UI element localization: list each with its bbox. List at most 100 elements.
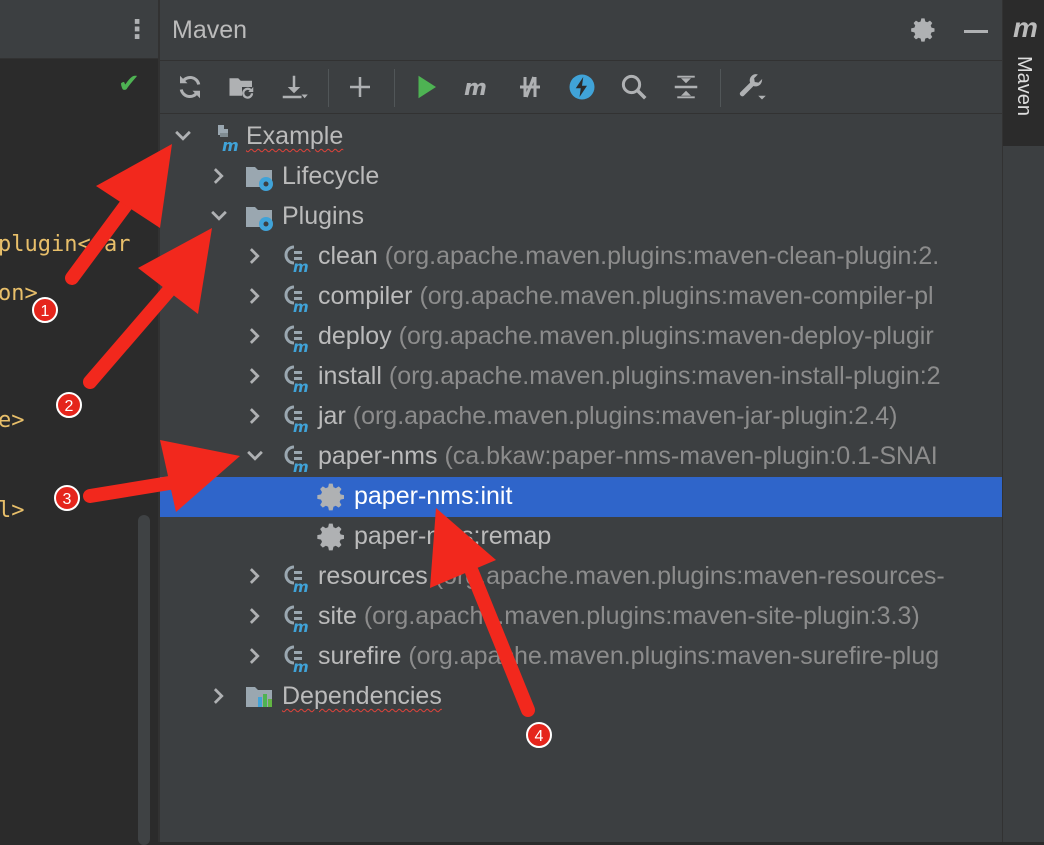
more-options-icon[interactable]: ⋮ <box>124 14 150 44</box>
maven-side-tab[interactable]: m Maven <box>1003 0 1044 146</box>
chevron-down-icon[interactable] <box>172 125 194 147</box>
run-icon[interactable] <box>408 69 444 105</box>
plugin-icon: m <box>284 645 309 673</box>
side-tab-label: Maven <box>1013 56 1035 117</box>
code-line: e> <box>0 408 25 433</box>
annotation-badge-2: 2 <box>56 392 82 418</box>
dependencies-folder-icon <box>246 687 272 707</box>
plugin-item-deploy[interactable]: m deploy (org.apache.maven.plugins:maven… <box>160 317 1002 357</box>
chevron-right-icon[interactable] <box>244 645 266 667</box>
chevron-down-icon[interactable] <box>208 205 230 227</box>
goal-label: paper-nms:remap <box>354 522 552 550</box>
svg-text:m: m <box>293 618 309 633</box>
maven-toolbar: m <box>160 61 1002 114</box>
plugin-icon: m <box>284 245 309 273</box>
chevron-right-icon[interactable] <box>244 325 266 347</box>
plugin-coordinates: (org.apache.maven.plugins:maven-surefire… <box>408 642 940 670</box>
annotation-badge-3: 3 <box>54 485 80 511</box>
annotation-badge-1: 1 <box>32 297 58 323</box>
project-name: Example <box>246 122 344 150</box>
toolbar-separator <box>394 69 395 107</box>
plugin-item-compiler[interactable]: m compiler (org.apache.maven.plugins:mav… <box>160 277 1002 317</box>
plugin-icon: m <box>284 605 309 633</box>
svg-text:m: m <box>293 338 309 353</box>
plugin-name: jar <box>318 402 346 430</box>
svg-text:m: m <box>293 458 309 473</box>
plugin-item-site[interactable]: m site (org.apache.maven.plugins:maven-s… <box>160 597 1002 637</box>
chevron-right-icon[interactable] <box>244 285 266 307</box>
tree-node-dependencies[interactable]: Dependencies <box>160 677 1002 717</box>
plugin-name: resources <box>318 562 428 590</box>
plugin-item-resources[interactable]: m resources (org.apache.maven.plugins:ma… <box>160 557 1002 597</box>
plugin-icon: m <box>284 445 309 473</box>
plugin-name: paper-nms <box>318 442 438 470</box>
maven-project-icon: m <box>218 125 239 153</box>
skip-tests-icon[interactable] <box>564 69 600 105</box>
plugin-coordinates: (ca.bkaw:paper-nms-maven-plugin:0.1-SNAI <box>444 442 938 470</box>
chevron-right-icon[interactable] <box>244 565 266 587</box>
chevron-right-icon[interactable] <box>244 245 266 267</box>
plugin-item-clean[interactable]: m clean (org.apache.maven.plugins:maven-… <box>160 237 1002 277</box>
plugin-name: compiler <box>318 282 413 310</box>
panel-header: Maven <box>160 0 1002 61</box>
code-editor[interactable]: ⋮ ✔ plugin</ar on> e> l> <box>0 0 158 845</box>
dependencies-label: Dependencies <box>282 682 442 710</box>
plugin-item-paper-nms[interactable]: m paper-nms (ca.bkaw:paper-nms-maven-plu… <box>160 437 1002 477</box>
chevron-right-icon[interactable] <box>244 605 266 627</box>
tree-node-plugins[interactable]: Plugins <box>160 197 1002 237</box>
svg-text:m: m <box>293 578 309 593</box>
code-line: l> <box>0 498 25 523</box>
plugin-icon: m <box>284 565 309 593</box>
plugin-item-jar[interactable]: m jar (org.apache.maven.plugins:maven-ja… <box>160 397 1002 437</box>
lifecycle-folder-icon <box>246 167 273 191</box>
code-line: plugin</ar <box>0 232 131 257</box>
chevron-down-icon[interactable] <box>244 445 266 467</box>
chevron-right-icon[interactable] <box>208 685 230 707</box>
right-tool-strip: m Maven <box>1002 0 1044 842</box>
plugin-icon: m <box>284 405 309 433</box>
add-icon[interactable] <box>342 69 378 105</box>
plugin-coordinates: (org.apache.maven.plugins:maven-clean-pl… <box>384 242 940 270</box>
toggle-offline-icon[interactable] <box>512 69 548 105</box>
svg-text:m: m <box>464 76 487 101</box>
toolbar-separator <box>720 69 721 107</box>
code-line: on> <box>0 281 38 306</box>
maven-tool-window: Maven m m Example Lifecycle Plugins m cl… <box>160 0 1002 842</box>
maven-m-icon: m <box>1013 12 1038 43</box>
goal-gear-icon <box>317 523 344 551</box>
plugins-folder-icon <box>246 207 273 231</box>
svg-text:m: m <box>293 378 309 393</box>
plugin-name: install <box>318 362 382 390</box>
panel-title: Maven <box>172 16 248 44</box>
tree-node-project[interactable]: m Example <box>160 117 1002 157</box>
minimize-icon[interactable] <box>964 30 988 33</box>
collapse-all-icon[interactable] <box>668 69 704 105</box>
search-icon[interactable] <box>616 69 652 105</box>
editor-toolbar: ⋮ <box>0 0 158 59</box>
goal-item-remap[interactable]: paper-nms:remap <box>160 517 1002 557</box>
plugin-coordinates: (org.apache.maven.plugins:maven-install-… <box>388 362 941 390</box>
editor-scrollbar[interactable] <box>138 515 150 845</box>
plugin-coordinates: (org.apache.maven.plugins:maven-deploy-p… <box>398 322 934 350</box>
plugin-icon: m <box>284 325 309 353</box>
svg-text:m: m <box>293 658 309 673</box>
reload-icon[interactable] <box>172 69 208 105</box>
folder-reload-icon[interactable] <box>224 69 260 105</box>
chevron-right-icon[interactable] <box>244 405 266 427</box>
chevron-right-icon[interactable] <box>244 365 266 387</box>
goal-label: paper-nms:init <box>354 482 513 510</box>
chevron-right-icon[interactable] <box>208 165 230 187</box>
maven-goal-icon[interactable]: m <box>460 69 496 105</box>
plugin-coordinates: (org.apache.maven.plugins:maven-site-plu… <box>363 602 920 630</box>
plugin-item-surefire[interactable]: m surefire (org.apache.maven.plugins:mav… <box>160 637 1002 677</box>
plugin-name: deploy <box>318 322 392 350</box>
plugin-name: site <box>318 602 357 630</box>
download-icon[interactable] <box>276 69 312 105</box>
plugin-item-install[interactable]: m install (org.apache.maven.plugins:mave… <box>160 357 1002 397</box>
settings-wrench-icon[interactable] <box>734 69 770 105</box>
gear-icon[interactable] <box>910 16 938 44</box>
svg-text:m: m <box>293 298 309 313</box>
tree-node-lifecycle[interactable]: Lifecycle <box>160 157 1002 197</box>
toolbar-separator <box>328 69 329 107</box>
goal-item-init[interactable]: paper-nms:init <box>160 477 1002 517</box>
